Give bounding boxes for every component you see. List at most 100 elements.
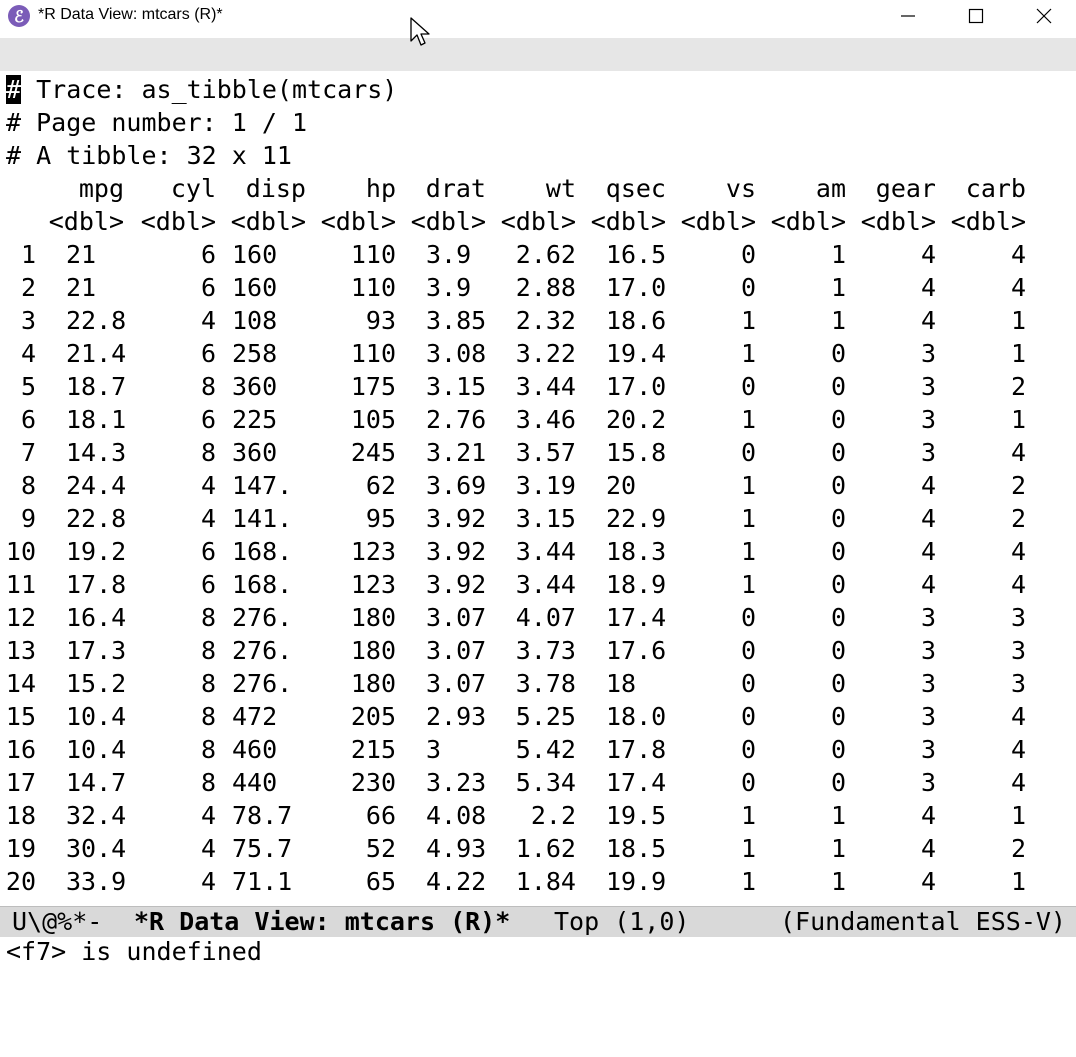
cell-qsec: 20.2 — [606, 405, 667, 434]
cell-disp: 147. — [232, 471, 293, 500]
cell-wt: 3.44 — [515, 537, 576, 566]
table-row: 4 21.4 6 258 110 3.08 3.22 19.4 1 0 3 1 — [6, 337, 1070, 370]
minimize-button[interactable] — [874, 0, 942, 32]
cell-hp: 123 — [350, 537, 396, 566]
cell-gear: 4 — [920, 570, 936, 599]
cell-vs: 0 — [740, 735, 756, 764]
cell-qsec: 17.6 — [606, 636, 667, 665]
cell-gear: 3 — [920, 702, 936, 731]
cell-qsec: 17.4 — [606, 768, 667, 797]
table-row: 5 18.7 8 360 175 3.15 3.44 17.0 0 0 3 2 — [6, 370, 1070, 403]
cell-mpg: 30.4 — [66, 834, 127, 863]
cell-gear: 3 — [920, 669, 936, 698]
cell-drat: 3.07 — [426, 669, 487, 698]
cell-drat: 3.15 — [426, 372, 487, 401]
cell-gear: 4 — [920, 801, 936, 830]
table-row: 6 18.1 6 225 105 2.76 3.46 20.2 1 0 3 1 — [6, 403, 1070, 436]
cell-carb: 4 — [1010, 537, 1026, 566]
cell-gear: 4 — [920, 273, 936, 302]
table-row: 20 33.9 4 71.1 65 4.22 1.84 19.9 1 1 4 1 — [6, 865, 1070, 898]
cell-vs: 1 — [740, 570, 756, 599]
cell-mpg: 19.2 — [66, 537, 127, 566]
maximize-icon — [968, 8, 984, 24]
column-header-mpg: mpg — [78, 174, 124, 203]
cell-carb: 1 — [1010, 339, 1026, 368]
cell-gear: 3 — [920, 768, 936, 797]
cell-qsec: 18.0 — [606, 702, 667, 731]
column-header-row: mpg cyl disp hp drat wt qsec vs am gear carb — [6, 172, 1070, 205]
table-row: 14 15.2 8 276. 180 3.07 3.78 18 0 0 3 3 — [6, 667, 1070, 700]
cell-mpg: 14.3 — [66, 438, 127, 467]
cell-vs: 1 — [740, 306, 756, 335]
maximize-button[interactable] — [942, 0, 1010, 32]
cell-am: 1 — [830, 834, 846, 863]
row-index: 4 — [20, 339, 36, 368]
cell-hp: 205 — [350, 702, 396, 731]
row-index: 11 — [5, 570, 36, 599]
modeline-buffer-name[interactable]: *R Data View: mtcars (R)* — [134, 907, 510, 937]
cell-vs: 0 — [740, 768, 756, 797]
cell-disp: 168. — [232, 570, 293, 599]
cell-disp: 276. — [232, 669, 293, 698]
cell-hp: 52 — [365, 834, 396, 863]
cell-am: 0 — [830, 339, 846, 368]
column-type-hp: <dbl> — [320, 207, 396, 236]
cell-wt: 3.78 — [515, 669, 576, 698]
cell-vs: 1 — [740, 801, 756, 830]
cell-vs: 1 — [740, 405, 756, 434]
cell-cyl: 4 — [200, 471, 216, 500]
cell-vs: 1 — [740, 834, 756, 863]
table-row: 8 24.4 4 147. 62 3.69 3.19 20 1 0 4 2 — [6, 469, 1070, 502]
column-type-vs: <dbl> — [680, 207, 756, 236]
cell-cyl: 8 — [200, 603, 216, 632]
cell-hp: 180 — [350, 636, 396, 665]
cell-mpg: 18.1 — [66, 405, 127, 434]
cell-am: 0 — [830, 768, 846, 797]
cell-vs: 0 — [740, 372, 756, 401]
cell-qsec: 20 — [606, 471, 637, 500]
text-cursor: # — [6, 75, 22, 104]
cell-carb: 4 — [1010, 702, 1026, 731]
cell-drat: 2.76 — [426, 405, 487, 434]
close-button[interactable] — [1010, 0, 1076, 32]
cell-vs: 0 — [740, 438, 756, 467]
cell-gear: 4 — [920, 867, 936, 896]
cell-drat: 3 — [426, 735, 442, 764]
cell-vs: 0 — [740, 603, 756, 632]
cell-disp: 472 — [232, 702, 278, 731]
cell-wt: 5.34 — [515, 768, 576, 797]
column-header-cyl: cyl — [170, 174, 216, 203]
cell-drat: 3.85 — [426, 306, 487, 335]
cell-qsec: 18.6 — [606, 306, 667, 335]
table-row: 9 22.8 4 141. 95 3.92 3.15 22.9 1 0 4 2 — [6, 502, 1070, 535]
cell-am: 0 — [830, 471, 846, 500]
cell-qsec: 18.3 — [606, 537, 667, 566]
cell-disp: 225 — [232, 405, 278, 434]
cell-wt: 3.44 — [515, 372, 576, 401]
modeline-modes[interactable]: (Fundamental ESS-V) — [780, 907, 1066, 937]
cell-carb: 4 — [1010, 735, 1026, 764]
cell-wt: 3.57 — [515, 438, 576, 467]
table-row: 15 10.4 8 472 205 2.93 5.25 18.0 0 0 3 4 — [6, 700, 1070, 733]
cell-disp: 360 — [232, 372, 278, 401]
data-view-buffer[interactable]: # Trace: as_tibble(mtcars) # Page number… — [0, 71, 1076, 906]
cell-wt: 3.15 — [515, 504, 576, 533]
cell-gear: 3 — [920, 636, 936, 665]
column-header-vs: vs — [725, 174, 756, 203]
cell-gear: 4 — [920, 306, 936, 335]
cell-vs: 1 — [740, 339, 756, 368]
cell-cyl: 8 — [200, 735, 216, 764]
cell-am: 1 — [830, 273, 846, 302]
row-index: 2 — [20, 273, 36, 302]
cell-mpg: 22.8 — [66, 306, 127, 335]
cell-mpg: 17.8 — [66, 570, 127, 599]
cell-mpg: 15.2 — [66, 669, 127, 698]
row-index: 5 — [20, 372, 36, 401]
row-index: 12 — [5, 603, 36, 632]
minibuffer[interactable]: <f7> is undefined — [0, 937, 1076, 966]
cell-am: 0 — [830, 669, 846, 698]
cell-hp: 105 — [350, 405, 396, 434]
column-type-disp: <dbl> — [230, 207, 306, 236]
tibble-size-line: # A tibble: 32 x 11 — [6, 141, 292, 170]
column-type-mpg: <dbl> — [48, 207, 124, 236]
